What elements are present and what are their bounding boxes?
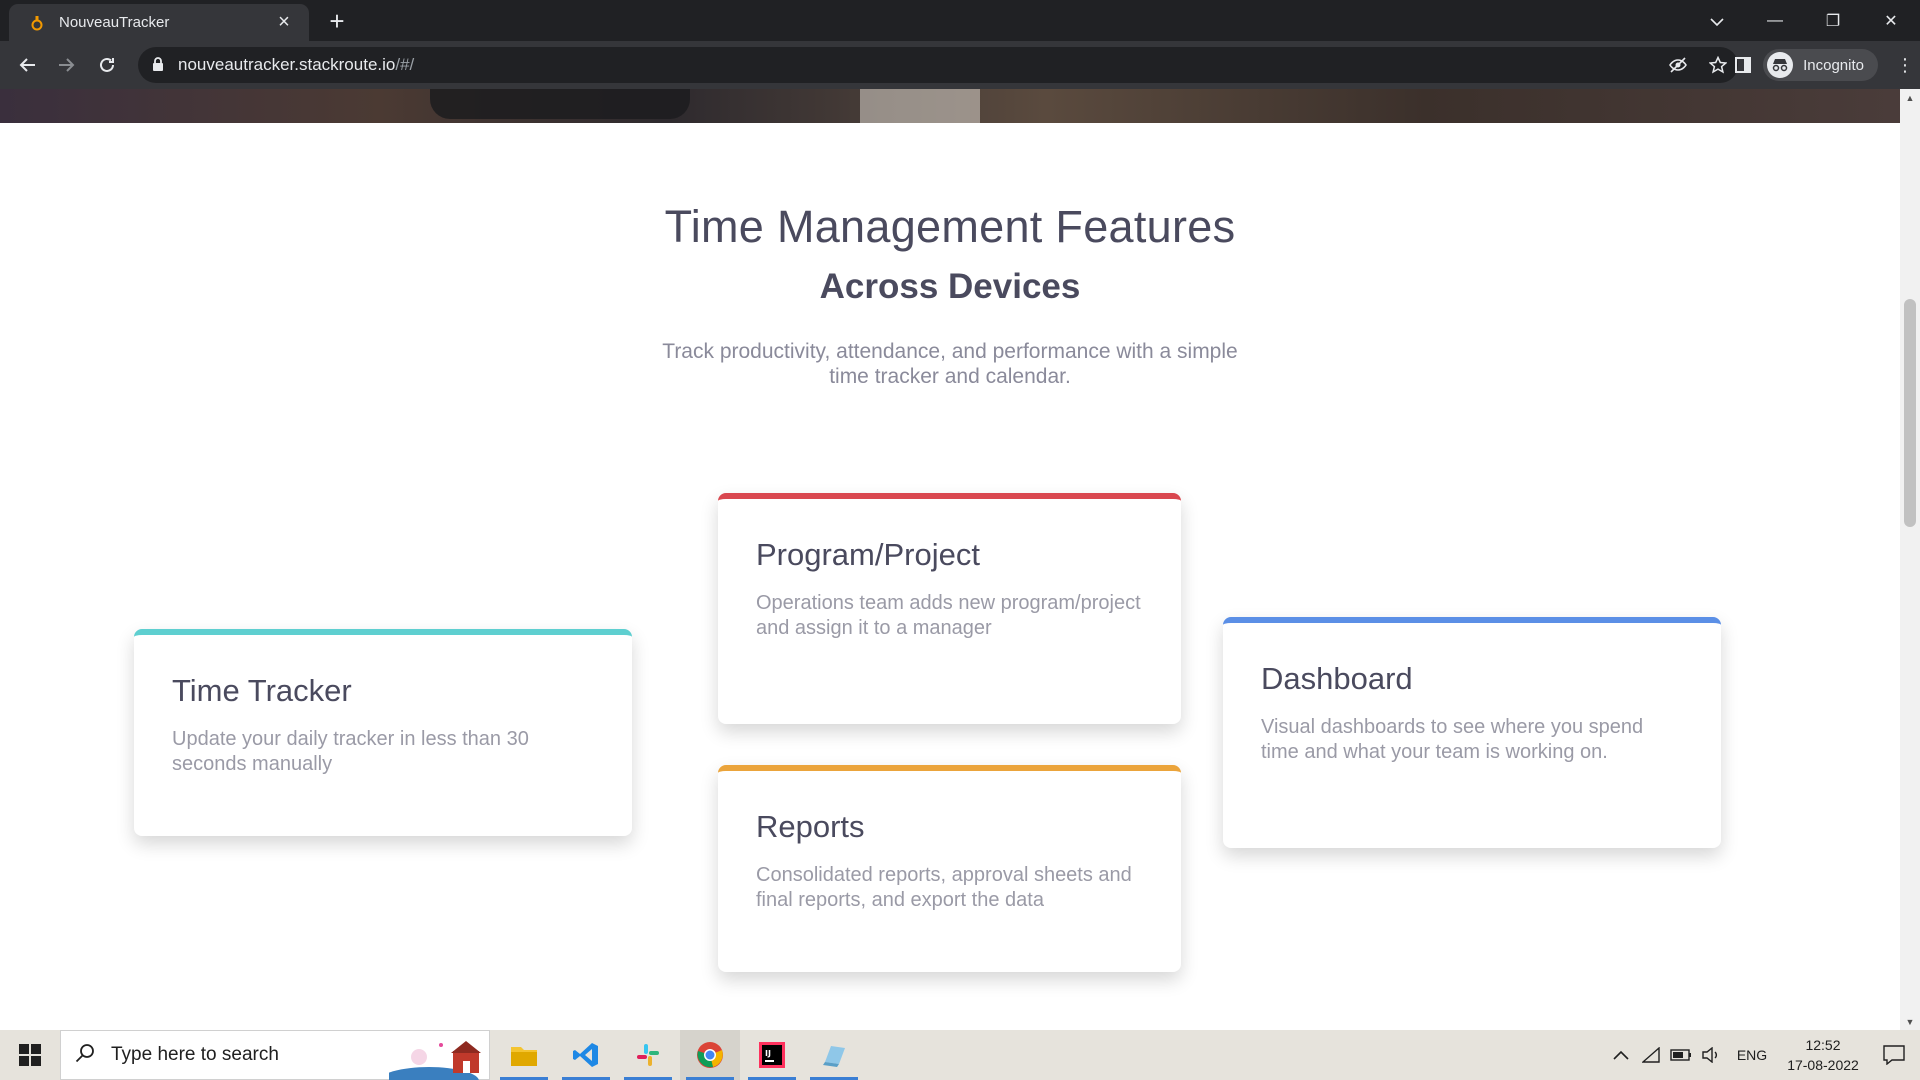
- clock-time: 12:52: [1805, 1037, 1841, 1053]
- notification-icon[interactable]: [1868, 1045, 1920, 1065]
- card-text: Visual dashboards to see where you spend…: [1261, 716, 1644, 763]
- minimize-icon[interactable]: —: [1746, 12, 1804, 30]
- search-icon: [75, 1043, 95, 1068]
- close-window-icon[interactable]: ✕: [1862, 11, 1920, 31]
- notepad-icon[interactable]: [804, 1030, 864, 1080]
- address-bar[interactable]: nouveautracker.stackroute.io/#/: [138, 47, 1738, 83]
- card-title: Time Tracker: [172, 673, 352, 708]
- section-heading: Time Management Features: [664, 201, 1236, 252]
- scroll-up-icon[interactable]: ▲: [1900, 89, 1920, 106]
- file-explorer-icon[interactable]: [494, 1030, 554, 1080]
- toolbar-right: Incognito ⋮: [1723, 41, 1920, 89]
- window-controls: — ❐ ✕: [1746, 0, 1920, 41]
- eye-off-icon[interactable]: [1658, 57, 1698, 73]
- clock-date: 17-08-2022: [1787, 1057, 1859, 1073]
- tab-search-icon[interactable]: [1704, 9, 1730, 35]
- url-text: nouveautracker.stackroute.io/#/: [178, 55, 414, 75]
- forward-icon[interactable]: [52, 50, 82, 80]
- wifi-icon[interactable]: [1636, 1047, 1666, 1063]
- system-tray: ENG 12:52 17-08-2022: [1606, 1030, 1920, 1080]
- side-panel-icon[interactable]: [1723, 57, 1763, 73]
- clock[interactable]: 12:52 17-08-2022: [1778, 1035, 1868, 1075]
- feature-card-reports: Reports Consolidated reports, approval s…: [718, 765, 1181, 972]
- restore-icon[interactable]: ❐: [1804, 11, 1862, 31]
- intellij-icon[interactable]: IJ: [742, 1030, 802, 1080]
- search-highlight-icon: [379, 1037, 489, 1080]
- browser-tab[interactable]: NouveauTracker ×: [9, 4, 309, 41]
- windows-start-icon[interactable]: [0, 1030, 60, 1080]
- svg-text:IJ: IJ: [765, 1049, 771, 1058]
- card-title: Dashboard: [1261, 661, 1413, 696]
- feature-card-time-tracker: Time Tracker Update your daily tracker i…: [134, 629, 632, 836]
- card-text: Operations team adds new program/project…: [756, 592, 1141, 639]
- card-text: Update your daily tracker in less than 3…: [172, 728, 529, 775]
- feature-card-dashboard: Dashboard Visual dashboards to see where…: [1223, 617, 1721, 848]
- url-path: /#/: [395, 55, 415, 74]
- browser-toolbar: nouveautracker.stackroute.io/#/ Incognit…: [0, 41, 1920, 89]
- language-indicator[interactable]: ENG: [1726, 1047, 1778, 1063]
- card-text: Consolidated reports, approval sheets an…: [756, 864, 1132, 911]
- more-menu-icon[interactable]: ⋮: [1890, 55, 1920, 76]
- section-description: Track productivity, attendance, and perf…: [662, 340, 1238, 388]
- incognito-badge[interactable]: Incognito: [1763, 49, 1878, 81]
- new-tab-button[interactable]: +: [322, 6, 352, 36]
- card-title: Reports: [756, 809, 865, 844]
- hero-image-part: [430, 89, 690, 119]
- tab-close-icon[interactable]: ×: [273, 11, 295, 34]
- feature-card-program-project: Program/Project Operations team adds new…: [718, 493, 1181, 724]
- hero-image-part: [860, 89, 980, 123]
- vscode-icon[interactable]: [556, 1030, 616, 1080]
- lock-icon[interactable]: [152, 57, 164, 77]
- taskbar-search[interactable]: Type here to search: [60, 1030, 490, 1080]
- incognito-icon: [1767, 52, 1794, 78]
- chevron-up-icon[interactable]: [1606, 1050, 1636, 1060]
- url-host: nouveautracker.stackroute.io: [178, 55, 396, 74]
- scroll-thumb[interactable]: [1904, 299, 1916, 527]
- slack-icon[interactable]: [618, 1030, 678, 1080]
- chrome-icon[interactable]: [680, 1030, 740, 1080]
- incognito-label: Incognito: [1803, 56, 1864, 74]
- search-placeholder: Type here to search: [111, 1044, 279, 1065]
- browser-tab-bar: NouveauTracker × + — ❐ ✕: [0, 0, 1920, 41]
- section-subheading: Across Devices: [819, 267, 1081, 306]
- hero-image-strip: [0, 89, 1900, 123]
- windows-taskbar: Type here to search IJ ENG 12:52 17-08-2…: [0, 1030, 1920, 1080]
- reload-icon[interactable]: [92, 50, 122, 80]
- scroll-down-icon[interactable]: ▼: [1900, 1013, 1920, 1030]
- card-title: Program/Project: [756, 537, 980, 572]
- battery-icon[interactable]: [1666, 1049, 1696, 1061]
- tab-title: NouveauTracker: [59, 14, 170, 31]
- page-viewport: Time Management Features Across Devices …: [0, 89, 1900, 1030]
- volume-icon[interactable]: [1696, 1047, 1726, 1063]
- site-favicon-icon: [29, 15, 45, 31]
- page-scrollbar[interactable]: ▲ ▼: [1900, 89, 1920, 1030]
- back-icon[interactable]: [12, 50, 42, 80]
